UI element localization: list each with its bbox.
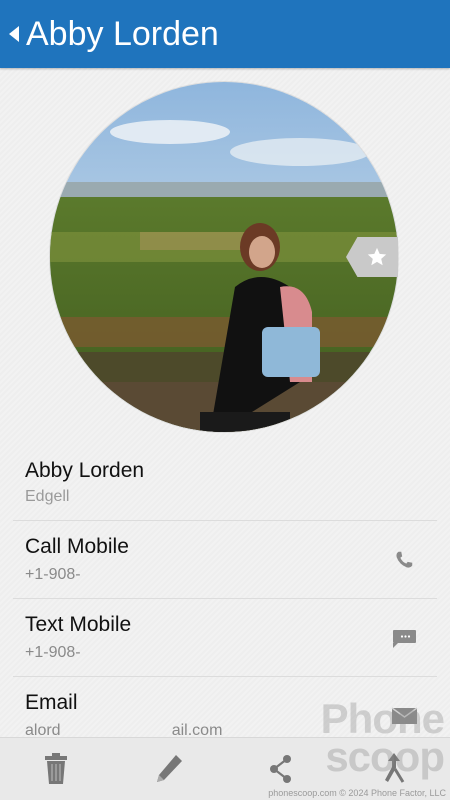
- text-mobile-row[interactable]: Text Mobile +1-908-: [13, 599, 437, 677]
- edit-button[interactable]: [149, 749, 189, 789]
- watermark-logo: Phone scoop: [320, 695, 445, 780]
- app-header: Abby Lorden: [0, 0, 450, 68]
- photo-image: [50, 82, 398, 432]
- trash-icon: [45, 753, 68, 784]
- chevron-left-icon: [9, 26, 19, 42]
- contact-name-row: Abby Lorden Edgell: [13, 446, 437, 521]
- call-mobile-number: +1-908-: [25, 566, 81, 583]
- message-icon: [393, 630, 416, 648]
- watermark-site: phonescoop.com: [268, 788, 337, 798]
- call-mobile-label: Call Mobile: [25, 535, 129, 558]
- text-mobile-number: +1-908-: [25, 644, 81, 661]
- contact-photo-area: [50, 82, 398, 432]
- text-button[interactable]: [389, 625, 419, 651]
- text-mobile-label: Text Mobile: [25, 613, 132, 636]
- call-button[interactable]: [389, 547, 419, 573]
- edit-icon: [156, 755, 182, 782]
- page-title: Abby Lorden: [26, 15, 219, 53]
- call-mobile-row[interactable]: Call Mobile +1-908-: [13, 521, 437, 599]
- contact-photo[interactable]: [50, 82, 398, 432]
- watermark-copyright: phonescoop.com © 2024 Phone Factor, LLC: [268, 788, 446, 798]
- back-button[interactable]: [2, 14, 26, 54]
- contact-company: Edgell: [25, 488, 70, 505]
- watermark-copyright-text: © 2024 Phone Factor, LLC: [339, 788, 446, 798]
- delete-button[interactable]: [36, 749, 76, 789]
- star-icon: [367, 247, 387, 266]
- contact-name: Abby Lorden: [25, 459, 145, 482]
- email-label: Email: [25, 691, 78, 714]
- phone-icon: [396, 551, 413, 568]
